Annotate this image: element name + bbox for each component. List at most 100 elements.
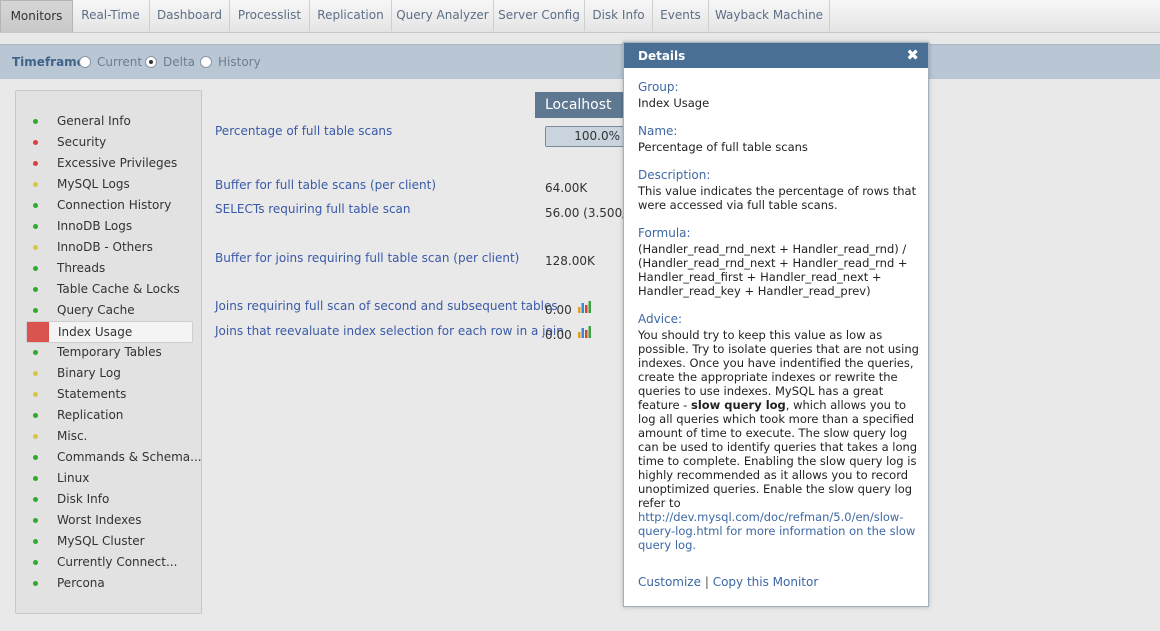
sidebar-item[interactable]: Percona: [26, 573, 191, 593]
copy-monitor-link[interactable]: Copy this Monitor: [713, 575, 819, 589]
status-dot-icon: [33, 245, 38, 250]
sidebar-item[interactable]: Connection History: [26, 195, 191, 215]
metric-label[interactable]: Buffer for joins requiring full table sc…: [215, 251, 519, 265]
sidebar-item-label: Replication: [57, 408, 124, 422]
status-dot-icon: [33, 161, 38, 166]
sidebar-item[interactable]: Linux: [26, 468, 191, 488]
sidebar-item[interactable]: General Info: [26, 111, 191, 131]
bar-chart-icon[interactable]: [578, 326, 592, 338]
sidebar-item[interactable]: Worst Indexes: [26, 510, 191, 530]
group-value: Index Usage: [638, 96, 710, 110]
tab-monitors[interactable]: Monitors: [0, 0, 73, 32]
tab-real-time[interactable]: Real-Time: [72, 0, 150, 31]
timeframe-delta-radio[interactable]: [145, 56, 157, 68]
server-column-header: Localhost: [535, 92, 635, 118]
status-dot-icon: [33, 182, 38, 187]
monitor-group-sidebar: General Info Security Excessive Privileges…: [15, 90, 202, 614]
advice-label: Advice:: [638, 312, 683, 326]
metric-label[interactable]: Joins requiring full scan of second and …: [215, 299, 558, 313]
sidebar-item[interactable]: Currently Connect...: [26, 552, 191, 572]
sidebar-item[interactable]: InnoDB - Others: [26, 237, 191, 257]
sidebar-item-label: Threads: [57, 261, 106, 275]
sidebar-item[interactable]: Table Cache & Locks: [26, 279, 191, 299]
sidebar-item[interactable]: Binary Log: [26, 363, 191, 383]
status-dot-icon: [33, 119, 38, 124]
sidebar-item[interactable]: Statements: [26, 384, 191, 404]
sidebar-item[interactable]: Index Usage: [26, 321, 193, 343]
sidebar-item-label: InnoDB - Others: [57, 240, 153, 254]
timeframe-history-radio[interactable]: [200, 56, 212, 68]
timeframe-history-label[interactable]: History: [218, 55, 261, 69]
formula-label: Formula:: [638, 226, 691, 240]
sidebar-item[interactable]: Temporary Tables: [26, 342, 191, 362]
sidebar-item[interactable]: MySQL Logs: [26, 174, 191, 194]
status-dot-icon: [33, 581, 38, 586]
metric-value: 0.00: [545, 328, 572, 342]
sidebar-item-label: Misc.: [57, 429, 88, 443]
tab-wayback-machine[interactable]: Wayback Machine: [709, 0, 830, 31]
timeframe-current-radio[interactable]: [79, 56, 91, 68]
advice-text: , which allows you to log all queries wh…: [638, 398, 918, 510]
tab-disk-info[interactable]: Disk Info: [585, 0, 653, 31]
sidebar-item-label: Security: [57, 135, 107, 149]
details-popup: Details ✖ Group: Index Usage Name: Perce…: [623, 42, 929, 607]
status-dot-icon: [33, 434, 38, 439]
sidebar-item[interactable]: Replication: [26, 405, 191, 425]
status-dot-icon: [33, 140, 38, 145]
sidebar-item[interactable]: Excessive Privileges: [26, 153, 191, 173]
top-tab-bar: Monitors Real-Time Dashboard Processlist…: [0, 0, 1160, 33]
sidebar-item[interactable]: Security: [26, 132, 191, 152]
tab-processlist[interactable]: Processlist: [230, 0, 310, 31]
sidebar-item[interactable]: Query Cache: [26, 300, 191, 320]
metric-label[interactable]: SELECTs requiring full table scan: [215, 202, 411, 216]
customize-link[interactable]: Customize: [638, 575, 701, 589]
metric-value: 64.00K: [545, 181, 588, 195]
bar-chart-icon[interactable]: [578, 301, 592, 313]
footer-separator: |: [704, 575, 709, 589]
metric-value: 0.00: [545, 303, 572, 317]
tab-dashboard[interactable]: Dashboard: [150, 0, 230, 31]
sidebar-item-label: Currently Connect...: [57, 555, 178, 569]
tab-server-config[interactable]: Server Config: [494, 0, 585, 31]
sidebar-item-label: Statements: [57, 387, 127, 401]
full-table-scans-progress-bar: 100.0%: [545, 126, 627, 147]
details-header: Details ✖: [624, 43, 928, 68]
status-dot-icon: [33, 350, 38, 355]
status-dot-icon: [33, 266, 38, 271]
tab-query-analyzer[interactable]: Query Analyzer: [392, 0, 494, 31]
status-dot-icon: [33, 518, 38, 523]
sidebar-item-label: Linux: [57, 471, 90, 485]
timeframe-bar: Timeframe Current Delta History: [0, 44, 1160, 79]
sidebar-item-label: Binary Log: [57, 366, 121, 380]
tab-replication[interactable]: Replication: [310, 0, 392, 31]
sidebar-item[interactable]: Disk Info: [26, 489, 191, 509]
sidebar-item-label: Connection History: [57, 198, 172, 212]
sidebar-item-label: Worst Indexes: [57, 513, 142, 527]
status-indicator: [27, 322, 49, 342]
sidebar-item[interactable]: Commands & Schema...: [26, 447, 202, 467]
sidebar-item-label: Query Cache: [57, 303, 135, 317]
details-title: Details: [638, 49, 686, 63]
sidebar-item[interactable]: MySQL Cluster: [26, 531, 191, 551]
status-dot-icon: [33, 287, 38, 292]
status-dot-icon: [33, 224, 38, 229]
close-icon[interactable]: ✖: [906, 46, 919, 64]
name-label: Name:: [638, 124, 678, 138]
tab-events[interactable]: Events: [653, 0, 709, 31]
sidebar-item[interactable]: Misc.: [26, 426, 191, 446]
status-dot-icon: [33, 539, 38, 544]
status-dot-icon: [33, 476, 38, 481]
status-dot-icon: [33, 497, 38, 502]
sidebar-item-label: Excessive Privileges: [57, 156, 178, 170]
sidebar-item-label: Disk Info: [57, 492, 110, 506]
metric-label[interactable]: Joins that reevaluate index selection fo…: [215, 324, 564, 338]
sidebar-item[interactable]: InnoDB Logs: [26, 216, 191, 236]
timeframe-delta-label[interactable]: Delta: [163, 55, 195, 69]
sidebar-item[interactable]: Threads: [26, 258, 191, 278]
metric-value: 128.00K: [545, 254, 595, 268]
timeframe-title: Timeframe: [12, 55, 85, 69]
metric-label[interactable]: Buffer for full table scans (per client): [215, 178, 436, 192]
status-dot-icon: [33, 413, 38, 418]
timeframe-current-label[interactable]: Current: [97, 55, 142, 69]
metric-label[interactable]: Percentage of full table scans: [215, 124, 392, 138]
